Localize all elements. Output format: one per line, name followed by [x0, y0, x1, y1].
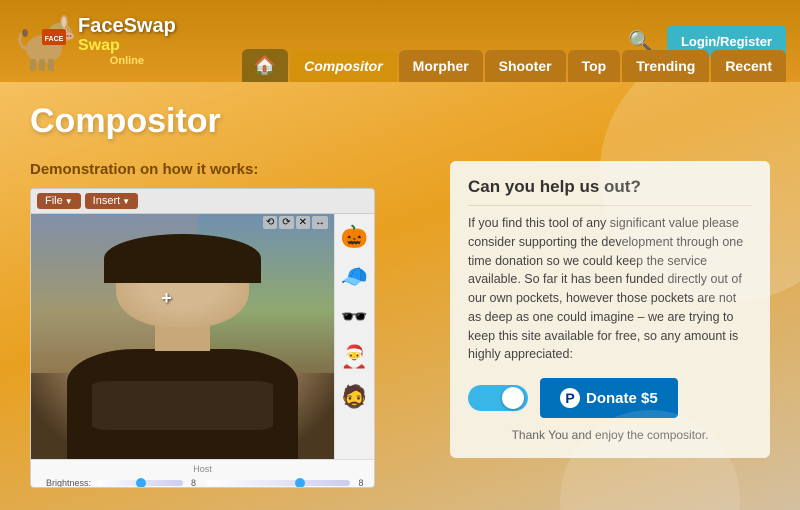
sticker-beard[interactable]: 🧔 — [338, 380, 372, 414]
demo-toolbar: File Insert — [31, 189, 374, 214]
logo-mascot: FACE — [14, 9, 74, 73]
toggle-knob — [502, 387, 524, 409]
brightness-val2: 8 — [356, 478, 366, 488]
demo-canvas-area: + ⟲ ⟳ ✕ ↔ 🎃 🧢 — [31, 214, 374, 459]
brightness-row: Brightness: 8 — [39, 478, 199, 488]
sticker-santa[interactable]: 🎅 — [338, 340, 372, 374]
donate-button[interactable]: P Donate $5 — [540, 378, 678, 418]
thank-you-text: Thank You and enjoy the compositor. — [468, 428, 752, 442]
sticker-cap[interactable]: 🧢 — [338, 260, 372, 294]
donation-toggle[interactable] — [468, 385, 528, 411]
insert-button[interactable]: Insert — [85, 193, 138, 209]
brightness-track[interactable] — [97, 480, 183, 486]
tab-trending[interactable]: Trending — [622, 50, 709, 82]
page-title-area: Compositor — [0, 82, 800, 151]
tab-shooter[interactable]: Shooter — [485, 50, 566, 82]
brightness-row2: 8 — [207, 478, 367, 488]
right-sliders: 8 6 — [207, 476, 367, 488]
tab-trending-label: Trending — [636, 58, 695, 74]
tab-recent[interactable]: Recent — [711, 50, 786, 82]
logo-face-swap: FaceSwap — [78, 15, 176, 37]
double-slider-area: Brightness: 8 Contrast: — [39, 476, 366, 488]
host-label: Host — [39, 464, 366, 474]
brightness-label: Brightness: — [39, 478, 91, 488]
brightness-val: 8 — [189, 478, 199, 488]
tab-compositor[interactable]: Compositor — [290, 50, 397, 82]
content-row: Demonstration on how it works: File Inse… — [0, 151, 800, 498]
main-content: Compositor Demonstration on how it works… — [0, 82, 800, 510]
logo-area: FACE FaceSwap Swap Online — [14, 9, 176, 73]
painting-hands — [92, 381, 274, 430]
donation-body: If you find this tool of any significant… — [468, 214, 752, 364]
brightness-track2[interactable] — [207, 480, 351, 486]
demo-canvas[interactable]: + ⟲ ⟳ ✕ ↔ — [31, 214, 334, 459]
svg-text:FACE: FACE — [45, 36, 64, 43]
logo-online: Online — [78, 55, 176, 67]
sticker-sunglasses[interactable]: 🕶️ — [338, 300, 372, 334]
crosshair-marker: + — [161, 288, 172, 309]
logo-face-swap-2: Swap — [78, 37, 176, 55]
tab-shooter-label: Shooter — [499, 58, 552, 74]
paypal-letter: P — [565, 390, 574, 406]
page-title: Compositor — [30, 102, 770, 141]
file-button[interactable]: File — [37, 193, 81, 209]
painting-hair — [104, 234, 262, 283]
demo-box: File Insert — [30, 188, 375, 488]
demo-label: Demonstration on how it works: — [30, 161, 430, 178]
left-sliders: Brightness: 8 Contrast: — [39, 476, 199, 488]
sticker-pumpkin[interactable]: 🎃 — [338, 220, 372, 254]
tab-home[interactable]: 🏠 — [242, 49, 288, 82]
logo-text: FaceSwap Swap Online — [78, 15, 176, 67]
tab-top-label: Top — [582, 58, 607, 74]
canvas-toolbar-icons: ⟲ ⟳ ✕ ↔ — [263, 216, 328, 229]
sticker-sidebar: 🎃 🧢 🕶️ 🎅 🧔 — [334, 214, 374, 459]
tab-recent-label: Recent — [725, 58, 772, 74]
donation-title: Can you help us out? — [468, 177, 752, 206]
donation-actions: P Donate $5 — [468, 378, 752, 418]
painting-background: + ⟲ ⟳ ✕ ↔ — [31, 214, 334, 459]
tab-morpher-label: Morpher — [413, 58, 469, 74]
tab-top[interactable]: Top — [568, 50, 621, 82]
demo-panel: Demonstration on how it works: File Inse… — [30, 161, 430, 488]
paypal-icon: P — [560, 388, 580, 408]
nav-tabs: 🏠 Compositor Morpher Shooter Top Trendin… — [242, 49, 786, 82]
home-icon: 🏠 — [254, 55, 276, 75]
header: FACE FaceSwap Swap Online 🔍 Login/Regist… — [0, 0, 800, 82]
demo-sliders: Host Brightness: 8 Contrast: — [31, 459, 374, 488]
donate-label: Donate $5 — [586, 390, 658, 407]
tab-morpher[interactable]: Morpher — [399, 50, 483, 82]
donation-panel: Can you help us out? If you find this to… — [450, 161, 770, 458]
tab-compositor-label: Compositor — [304, 58, 383, 74]
